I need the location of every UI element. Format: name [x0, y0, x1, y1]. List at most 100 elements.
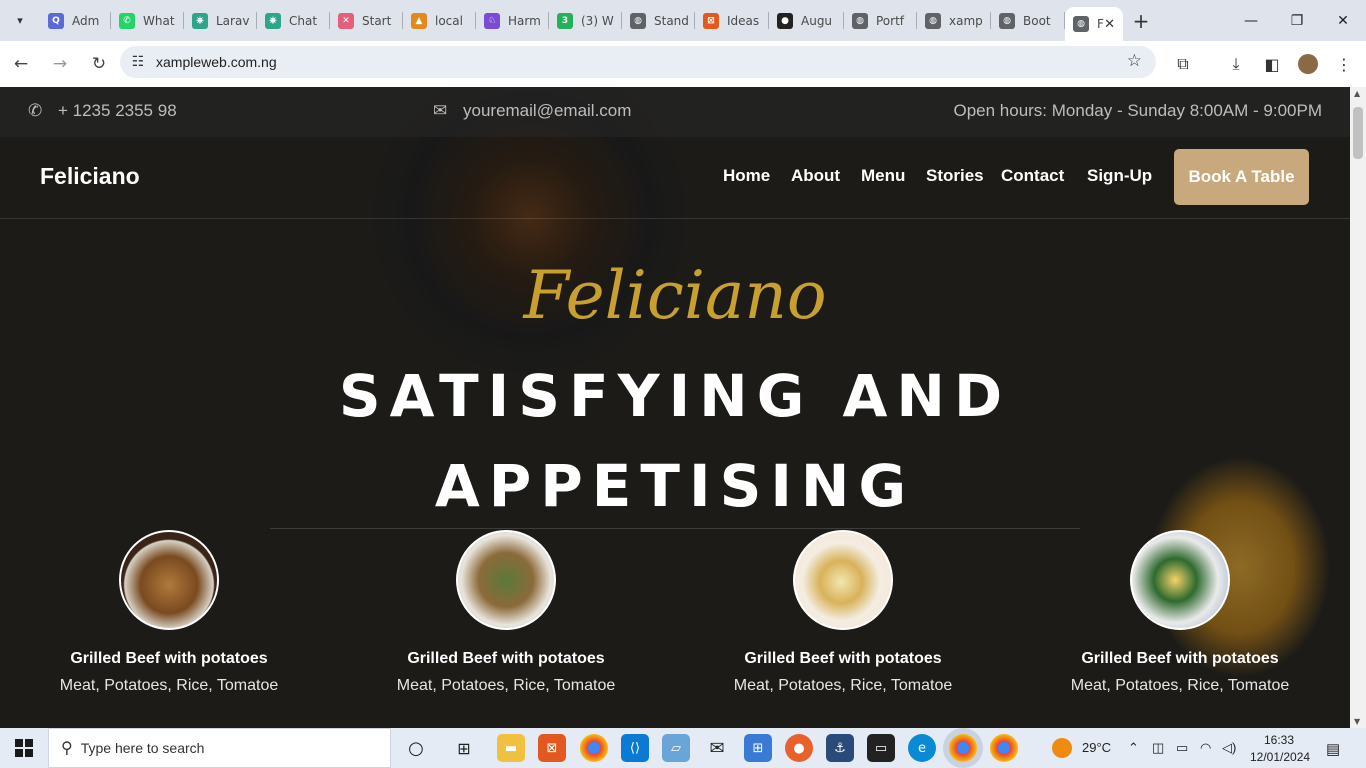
scroll-down-icon[interactable]: ▼	[1354, 717, 1360, 726]
dish-card: Grilled Beef with potatoes Meat, Potatoe…	[338, 530, 674, 695]
browser-tab[interactable]: ◍ Stand	[622, 0, 695, 41]
minimize-button[interactable]: —	[1228, 0, 1274, 41]
back-button[interactable]: ←	[3, 46, 39, 82]
nav-stories[interactable]: Stories	[926, 166, 984, 186]
dish-title: Grilled Beef with potatoes	[70, 650, 268, 667]
vscode-icon[interactable]: ⟨⟩	[621, 734, 649, 762]
restore-button[interactable]: ❐	[1274, 0, 1320, 41]
dish-description: Meat, Potatoes, Rice, Tomatoe	[733, 677, 953, 694]
nav-sign-up[interactable]: Sign-Up	[1087, 166, 1152, 186]
tab-favicon-icon: ●	[777, 12, 793, 29]
arrow-left-icon: ←	[13, 54, 29, 74]
tab-label: xamp	[949, 13, 983, 28]
weather-icon[interactable]	[1052, 738, 1072, 758]
scroll-up-icon[interactable]: ▲	[1354, 89, 1360, 98]
workbench-icon[interactable]: ⚓	[826, 734, 854, 762]
bookmark-star-icon[interactable]: ☆	[1127, 51, 1142, 71]
nav-home[interactable]: Home	[723, 166, 770, 186]
reload-button[interactable]: ↻	[81, 46, 117, 82]
tab-favicon-icon: ◍	[852, 12, 868, 29]
task-view-icon[interactable]: ○	[402, 734, 430, 762]
browser-tab[interactable]: ◍ xamp	[917, 0, 991, 41]
nav-contact[interactable]: Contact	[1001, 166, 1064, 186]
browser-tab[interactable]: ▲ local	[403, 0, 476, 41]
new-tab-button[interactable]: +	[1123, 9, 1159, 33]
browser-tab[interactable]: ✕ Start	[330, 0, 403, 41]
nav-about[interactable]: About	[791, 166, 840, 186]
site-info-icon[interactable]: ☷	[120, 54, 156, 70]
close-window-button[interactable]: ✕	[1320, 0, 1366, 41]
browser-tab[interactable]: ◍ Portf	[844, 0, 917, 41]
clock-date[interactable]: 12/01/2024	[1250, 750, 1310, 764]
meet-icon[interactable]: ◫	[1152, 740, 1164, 756]
menu-kebab-icon[interactable]: ⋮	[1329, 49, 1359, 79]
notification-icon[interactable]: ▤	[1326, 740, 1340, 758]
browser-tab[interactable]: ◍ F ✕	[1065, 7, 1123, 41]
hero-script-title: Feliciano	[523, 257, 827, 334]
browser-tab[interactable]: ⊠ Ideas	[695, 0, 769, 41]
browser-tab[interactable]: ⎈ Chat	[257, 0, 330, 41]
reload-icon: ↻	[91, 54, 107, 74]
widgets-icon[interactable]: ⊞	[450, 734, 478, 762]
wifi-icon[interactable]: ◠	[1200, 740, 1211, 756]
volume-icon[interactable]: ◁)	[1222, 740, 1236, 756]
terminal-icon[interactable]: ▭	[867, 734, 895, 762]
phone-icon: ✆	[28, 101, 43, 120]
site-logo[interactable]: Feliciano	[40, 163, 140, 190]
mail-app-icon[interactable]: ✉	[703, 734, 731, 762]
firefox-icon[interactable]: ●	[785, 734, 813, 762]
browser-tab[interactable]: ◍ Boot	[991, 0, 1065, 41]
dish-title: Grilled Beef with potatoes	[744, 650, 942, 667]
start-button[interactable]	[0, 728, 48, 768]
forward-button[interactable]: →	[42, 46, 78, 82]
chevron-up-icon[interactable]: ⌃	[1128, 740, 1139, 756]
edge-icon[interactable]: e	[908, 734, 936, 762]
battery-icon[interactable]: ▭	[1176, 740, 1188, 756]
email-address: youremail@email.com	[463, 101, 632, 120]
chrome-icon[interactable]	[580, 734, 608, 762]
book-table-button[interactable]: Book A Table	[1174, 149, 1309, 205]
extensions-icon[interactable]: ⧉	[1168, 49, 1198, 79]
tab-favicon-icon: ⎈	[265, 12, 281, 29]
tab-favicon-icon: ✆	[119, 12, 135, 29]
windows-icon	[15, 739, 33, 757]
url-text[interactable]: xampleweb.com.ng	[156, 54, 277, 70]
chrome-profile-icon[interactable]	[990, 734, 1018, 762]
tab-label: Chat	[289, 13, 318, 28]
tab-favicon-icon: ▲	[411, 12, 427, 29]
dish-title: Grilled Beef with potatoes	[407, 650, 605, 667]
address-bar[interactable]: ☷ xampleweb.com.ng ☆	[120, 46, 1156, 78]
tab-label: Stand	[654, 13, 689, 28]
profile-avatar[interactable]	[1293, 49, 1323, 79]
nav-menu[interactable]: Menu	[861, 166, 905, 186]
browser-tab[interactable]: ● Augu	[769, 0, 844, 41]
browser-tab[interactable]: ⎈ Larav	[184, 0, 257, 41]
dish-card: Grilled Beef with potatoes Meat, Potatoe…	[1, 530, 337, 695]
temperature[interactable]: 29°C	[1082, 740, 1111, 755]
phone-number: + 1235 2355 98	[58, 101, 177, 120]
close-tab-icon[interactable]: ✕	[1104, 17, 1115, 32]
clock-time[interactable]: 16:33	[1264, 733, 1294, 747]
chrome-active-icon[interactable]	[949, 734, 977, 762]
browser-tab[interactable]: 3 (3) W	[549, 0, 622, 41]
browser-tab[interactable]: Q Adm	[40, 0, 111, 41]
mail-icon: ✉	[433, 101, 448, 120]
page-scrollbar[interactable]: ▲ ▼	[1350, 87, 1366, 728]
chevron-down-icon: ▾	[17, 14, 23, 27]
tab-label: What	[143, 13, 175, 28]
tab-search-button[interactable]: ▾	[0, 0, 40, 41]
store-icon[interactable]: ⊞	[744, 734, 772, 762]
side-panel-icon[interactable]: ◧	[1257, 49, 1287, 79]
dish-image	[456, 530, 556, 630]
browser-tab[interactable]: ♘ Harm	[476, 0, 549, 41]
app-icon[interactable]: ▱	[662, 734, 690, 762]
download-icon[interactable]: ⤓	[1221, 49, 1251, 79]
browser-tab[interactable]: ✆ What	[111, 0, 184, 41]
divider	[270, 528, 1080, 529]
tab-favicon-icon: ♘	[484, 12, 500, 29]
scrollbar-thumb[interactable]	[1353, 107, 1363, 159]
xampp-icon[interactable]: ⊠	[538, 734, 566, 762]
file-explorer-icon[interactable]: ▬	[497, 734, 525, 762]
taskbar-search[interactable]: ⚲ Type here to search	[48, 728, 391, 768]
navbar: Feliciano Home About Menu Stories Contac…	[0, 137, 1350, 219]
